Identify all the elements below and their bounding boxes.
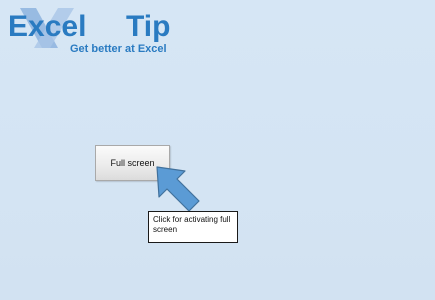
logo-brand-part1: Excel [8,10,86,43]
logo-brand-part2: Tip [126,10,170,43]
worksheet-area: Excel Tip Get better at Excel Full scree… [0,0,435,300]
arrow-up-left-icon [156,166,200,212]
logo-tagline: Get better at Excel [70,43,167,55]
logo-graphic: Excel Tip Get better at Excel [8,8,170,55]
callout-box: Click for activating full screen [148,211,238,243]
excel-tip-logo: Excel Tip Get better at Excel [6,2,206,62]
callout-text: Click for activating full screen [153,215,231,234]
full-screen-button-label: Full screen [110,158,155,168]
